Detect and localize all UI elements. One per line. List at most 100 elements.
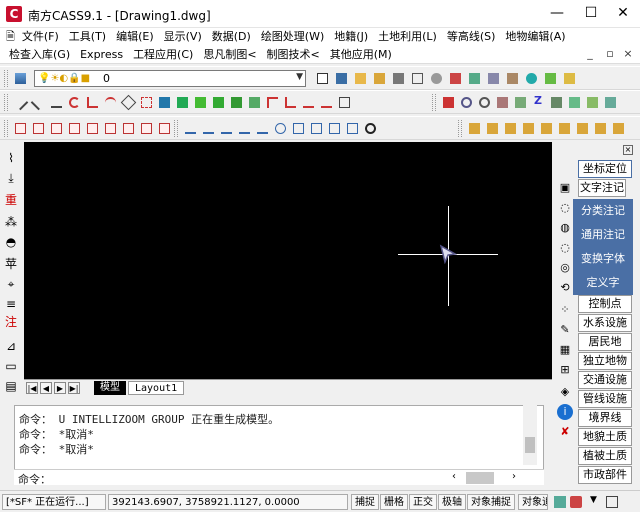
left-tool-7-icon[interactable]: ⌖ — [3, 276, 19, 292]
traffic-facility-button[interactable]: 交通设施 — [578, 371, 632, 389]
scroll-right-icon[interactable]: › — [512, 471, 516, 482]
close-button[interactable]: ✕ — [606, 0, 640, 28]
stack-7-icon[interactable] — [574, 120, 591, 137]
folder-icon[interactable] — [371, 70, 388, 87]
left-tool-8-icon[interactable]: ≡ — [3, 296, 19, 312]
survey-box4-icon[interactable] — [344, 120, 361, 137]
toolbar-grip[interactable] — [4, 94, 8, 111]
stack-8-icon[interactable] — [592, 120, 609, 137]
menu-other[interactable]: 其他应用(M) — [325, 47, 397, 63]
menu-express[interactable]: Express — [75, 47, 128, 63]
municipal-parts-button[interactable]: 市政部件 — [578, 466, 632, 484]
survey-k4-icon[interactable] — [236, 120, 253, 137]
spline-icon[interactable] — [102, 94, 119, 111]
stack-6-icon[interactable] — [556, 120, 573, 137]
layer-manager-icon[interactable] — [12, 70, 29, 87]
view-icon[interactable] — [566, 94, 583, 111]
scroll-thumb[interactable] — [525, 437, 535, 453]
layout-icon[interactable] — [584, 94, 601, 111]
survey-box2-icon[interactable] — [308, 120, 325, 137]
toolbar-grip[interactable] — [4, 120, 8, 137]
block-icon[interactable] — [156, 94, 173, 111]
snap-2-icon[interactable] — [30, 120, 47, 137]
toolbar-grip[interactable] — [458, 120, 462, 137]
chevron-down-icon[interactable]: ▼ — [590, 495, 597, 505]
new-icon[interactable] — [314, 70, 331, 87]
cloud-icon[interactable] — [138, 94, 155, 111]
snap-8-icon[interactable] — [138, 120, 155, 137]
panel-icon-8[interactable]: ✎ — [557, 322, 573, 338]
flyout-classify-note[interactable]: 分类注记 — [573, 199, 633, 223]
stack-5-icon[interactable] — [538, 120, 555, 137]
tray-icon[interactable] — [570, 496, 582, 508]
flyout-change-font[interactable]: 变换字体 — [573, 247, 633, 271]
panel-close-icon[interactable]: × — [623, 145, 633, 155]
left-tool-note-icon[interactable]: 注 — [3, 314, 19, 330]
menu-check[interactable]: 检查入库(G) — [4, 47, 75, 63]
dim-icon[interactable] — [264, 94, 281, 111]
menu-engineering[interactable]: 工程应用(C) — [128, 47, 198, 63]
menu-drafting[interactable]: 制图技术< — [262, 47, 325, 63]
tab-model[interactable]: 模型 — [94, 381, 126, 395]
snap-4-icon[interactable] — [66, 120, 83, 137]
menu-sifan[interactable]: 思凡制图< — [198, 47, 261, 63]
stack-1-icon[interactable] — [466, 120, 483, 137]
ucs-icon[interactable] — [602, 94, 619, 111]
open-icon[interactable] — [352, 70, 369, 87]
clean-screen-icon[interactable] — [606, 496, 618, 508]
survey-k1-icon[interactable] — [182, 120, 199, 137]
menu-edit[interactable]: 编辑(E) — [111, 29, 159, 45]
residential-button[interactable]: 居民地 — [578, 333, 632, 351]
point-icon[interactable] — [192, 94, 209, 111]
panel-icon-3[interactable]: ◍ — [557, 220, 573, 236]
left-tool-5-icon[interactable]: ◓ — [3, 234, 19, 250]
insert-icon[interactable] — [174, 94, 191, 111]
mdi-close-button[interactable]: × — [620, 47, 636, 61]
next-tab-icon[interactable]: ▶ — [54, 382, 66, 394]
panel-icon-5[interactable]: ◎ — [557, 260, 573, 276]
rect-icon[interactable] — [120, 94, 137, 111]
angle-icon[interactable] — [282, 94, 299, 111]
left-tool-1-icon[interactable]: ⌇ — [3, 150, 19, 166]
landform-soil-button[interactable]: 地貌土质 — [578, 428, 632, 446]
toolbar-grip[interactable] — [4, 70, 8, 87]
toggle-polar[interactable]: 极轴 — [438, 494, 466, 510]
left-tool-12-icon[interactable]: ▤ — [3, 378, 19, 394]
hatch-icon[interactable] — [210, 94, 227, 111]
snap-6-icon[interactable] — [102, 120, 119, 137]
water-system-button[interactable]: 水系设施 — [578, 314, 632, 332]
panel-icon-9[interactable]: ▦ — [557, 342, 573, 358]
render-icon[interactable] — [548, 94, 565, 111]
menu-tools[interactable]: 工具(T) — [64, 29, 111, 45]
toggle-snap[interactable]: 捕捉 — [351, 494, 379, 510]
redbox-icon[interactable] — [440, 94, 457, 111]
copy-icon[interactable] — [485, 70, 502, 87]
menu-cadastre[interactable]: 地籍(J) — [329, 29, 373, 45]
snap-3-icon[interactable] — [48, 120, 65, 137]
mdi-minimize-button[interactable]: _ — [582, 47, 598, 61]
prev-tab-icon[interactable]: ◀ — [40, 382, 52, 394]
menu-contour[interactable]: 等高线(S) — [442, 29, 501, 45]
layer-dropdown[interactable]: 💡☀◐🔒■ 0 ▼ — [34, 70, 306, 87]
menu-file[interactable]: 文件(F) — [17, 29, 64, 45]
toggle-osnap[interactable]: 对象捕捉 — [467, 494, 515, 510]
stack-4-icon[interactable] — [520, 120, 537, 137]
table-icon[interactable] — [246, 94, 263, 111]
lock-icon[interactable] — [554, 496, 566, 508]
zoom-icon[interactable] — [458, 94, 475, 111]
brush-icon[interactable] — [561, 70, 578, 87]
snap-5-icon[interactable] — [84, 120, 101, 137]
control-point-button[interactable]: 控制点 — [578, 295, 632, 313]
cancel-x-icon[interactable]: ✘ — [557, 424, 573, 440]
search-icon[interactable] — [476, 94, 493, 111]
tri2-icon[interactable] — [318, 94, 335, 111]
paint-icon[interactable] — [447, 70, 464, 87]
paste-icon[interactable] — [504, 70, 521, 87]
info-icon[interactable]: i — [557, 404, 573, 420]
target-icon[interactable] — [362, 120, 379, 137]
properties-icon[interactable] — [542, 70, 559, 87]
mdi-restore-button[interactable]: ▫ — [602, 47, 618, 61]
vegetation-soil-button[interactable]: 植被土质 — [578, 447, 632, 465]
stack-3-icon[interactable] — [502, 120, 519, 137]
left-tool-10-icon[interactable]: ⊿ — [3, 338, 19, 354]
